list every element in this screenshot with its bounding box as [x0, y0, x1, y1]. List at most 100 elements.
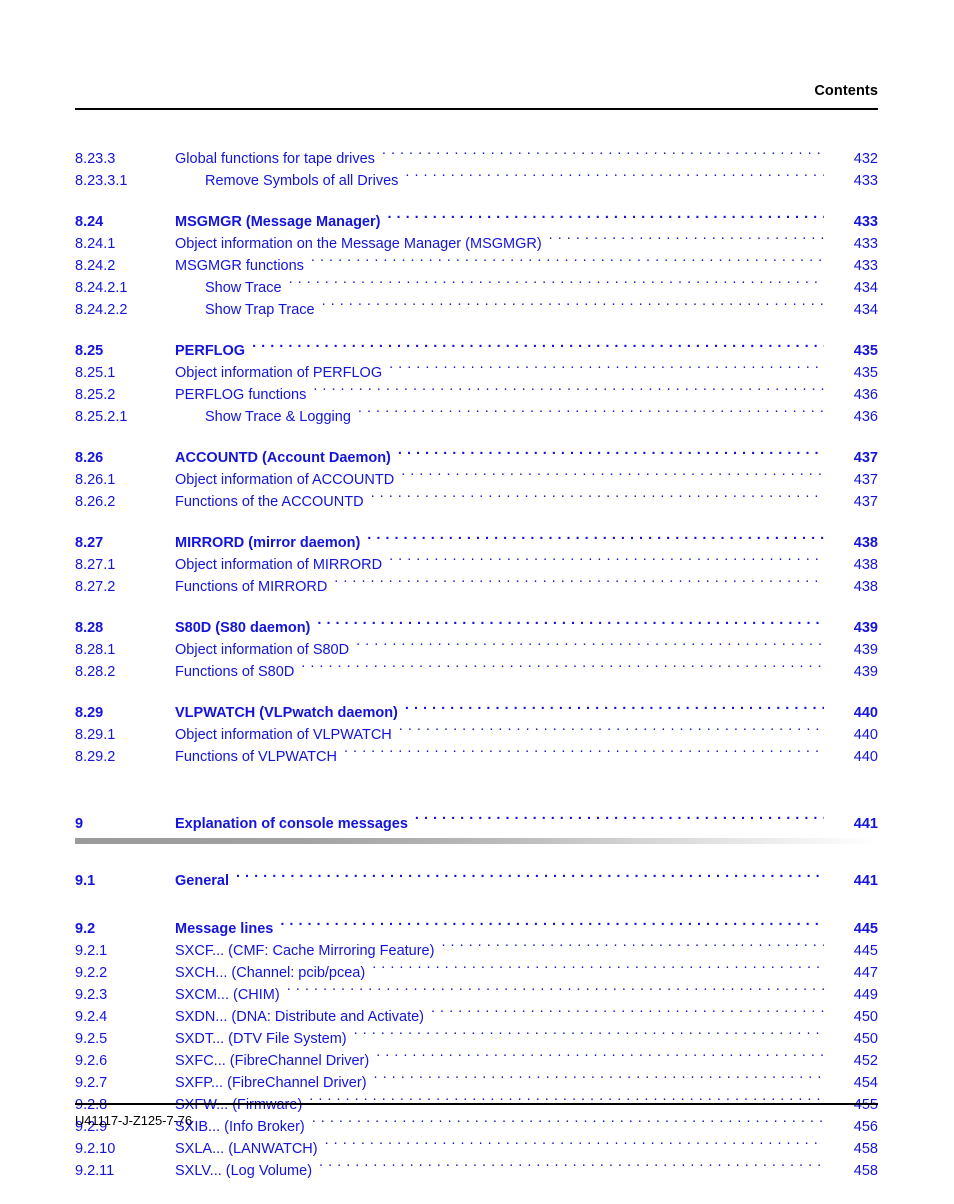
toc-entry-number: 8.26 [75, 449, 104, 466]
toc-entry[interactable]: 8.25.1 Object information of PERFLOG 435 [75, 362, 878, 384]
toc-entry-number: 9.2.5 [75, 1030, 108, 1047]
toc-entry[interactable]: 8.23.3.1 Remove Symbols of all Drives 433 [75, 170, 878, 192]
toc-dot-leader [252, 340, 824, 355]
toc-entry[interactable]: 8.29.1 Object information of VLPWATCH 440 [75, 724, 878, 746]
table-of-contents: 8.23.3 Global functions for tape drives 43… [75, 148, 878, 1182]
toc-entry-number: 8.24 [75, 213, 104, 230]
toc-entry[interactable]: 8.24 MSGMGR (Message Manager) 433 [75, 211, 878, 233]
toc-dot-leader [431, 1006, 824, 1021]
toc-entry[interactable]: 9.2.7 SXFP... (FibreChannel Driver) 454 [75, 1072, 878, 1094]
toc-entry-page-number: 440 [853, 704, 878, 721]
toc-entry-number: 8.25.2.1 [75, 408, 128, 425]
toc-entry-number: 8.25 [75, 342, 104, 359]
toc-entry[interactable]: 9.2.4 SXDN... (DNA: Distribute and Activa… [75, 1006, 878, 1028]
page-title: Contents [814, 83, 878, 99]
toc-entry[interactable]: 8.25 PERFLOG 435 [75, 340, 878, 362]
toc-entry-page-number: 434 [853, 279, 878, 296]
toc-dot-leader [415, 813, 824, 828]
toc-entry[interactable]: 9 Explanation of console messages 441 [75, 813, 878, 835]
toc-entry[interactable]: 8.27 MIRRORD (mirror daemon) 438 [75, 532, 878, 554]
toc-entry[interactable]: 9.2.5 SXDT... (DTV File System) 450 [75, 1028, 878, 1050]
toc-entry-title: MSGMGR (Message Manager) [175, 213, 381, 230]
toc-dot-leader [549, 233, 824, 248]
toc-dot-leader [367, 532, 824, 547]
toc-entry[interactable]: 8.24.2.2 Show Trap Trace 434 [75, 299, 878, 321]
toc-dot-leader [236, 870, 824, 885]
toc-entry-page-number: 433 [853, 235, 878, 252]
toc-entry-number: 8.27.2 [75, 578, 116, 595]
toc-entry-page-number: 458 [853, 1140, 878, 1157]
toc-entry-number: 8.25.1 [75, 364, 116, 381]
toc-dot-leader [325, 1138, 824, 1153]
toc-dot-leader [401, 469, 824, 484]
toc-page: Contents 8.23.3 Global functions for tape… [0, 0, 954, 1204]
toc-entry[interactable]: 9.2.3 SXCM... (CHIM) 449 [75, 984, 878, 1006]
toc-entry-number: 9.2.11 [75, 1162, 115, 1179]
toc-entry[interactable]: 8.29.2 Functions of VLPWATCH 440 [75, 746, 878, 768]
toc-entry-page-number: 455 [824, 1095, 878, 1117]
toc-entry-page-number: 441 [853, 815, 878, 832]
toc-entry-page-number: 432 [853, 150, 878, 167]
toc-entry-title: SXFC... (FibreChannel Driver) [175, 1052, 370, 1069]
toc-entry-number: 8.25.2 [75, 386, 116, 403]
toc-entry-page-number: 438 [853, 534, 878, 551]
toc-entry-title: PERFLOG functions [175, 386, 307, 403]
toc-entry-number: 8.28 [75, 619, 104, 636]
toc-entry[interactable]: 9.2.9SXIB... (Info Broker)456 [75, 1116, 878, 1138]
toc-entry[interactable]: 9.2.11 SXLV... (Log Volume) 458 [75, 1160, 878, 1182]
toc-dot-leader [371, 491, 824, 506]
toc-entry-page-number: 447 [853, 964, 878, 981]
toc-dot-leader [309, 1094, 824, 1109]
toc-entry[interactable]: 8.26 ACCOUNTD (Account Daemon) 437 [75, 447, 878, 469]
toc-entry-number: 8.28.2 [75, 663, 116, 680]
toc-entry[interactable]: 8.23.3 Global functions for tape drives 43… [75, 148, 878, 170]
toc-dot-leader [301, 661, 824, 676]
toc-entry-number: 8.24.2.2 [75, 301, 128, 318]
toc-entry[interactable]: 9.2.10 SXLA... (LANWATCH) 458 [75, 1138, 878, 1160]
chapter-accent-bar [75, 838, 878, 844]
toc-entry-number: 8.23.3.1 [75, 172, 128, 189]
toc-dot-leader [358, 406, 824, 421]
footer-divider [75, 1103, 878, 1105]
footer-document-id: U41117-J-Z125-7-76 [75, 1113, 192, 1128]
toc-entry[interactable]: 8.24.2 MSGMGR functions 433 [75, 255, 878, 277]
toc-entry[interactable]: 8.28.1 Object information of S80D 439 [75, 639, 878, 661]
toc-entry[interactable]: 8.25.2.1 Show Trace & Logging 436 [75, 406, 878, 428]
toc-entry-page-number: 434 [853, 301, 878, 318]
toc-entry-page-number: 438 [853, 578, 878, 595]
toc-entry-page-number: 440 [853, 748, 878, 765]
running-header: Contents [75, 82, 878, 100]
toc-entry-page-number: 438 [853, 556, 878, 573]
toc-entry[interactable]: 8.27.1 Object information of MIRRORD 438 [75, 554, 878, 576]
toc-entry[interactable]: 8.27.2 Functions of MIRRORD 438 [75, 576, 878, 598]
toc-dot-leader [334, 576, 824, 591]
toc-entry[interactable]: 9.2 Message lines 445 [75, 918, 878, 940]
toc-entry[interactable]: 8.24.1 Object information on the Message … [75, 233, 878, 255]
toc-entry-number: 8.27 [75, 534, 104, 551]
toc-entry[interactable]: 8.24.2.1 Show Trace 434 [75, 277, 878, 299]
toc-entry[interactable]: 8.25.2 PERFLOG functions 436 [75, 384, 878, 406]
toc-entry-page-number: 437 [853, 471, 878, 488]
toc-entry[interactable]: 9.2.8SXFW... (Firmware)455 [75, 1094, 878, 1116]
toc-entry-title: MSGMGR functions [175, 257, 304, 274]
toc-entry-title: Show Trap Trace [205, 301, 315, 318]
toc-dot-leader [319, 1160, 824, 1175]
toc-entry-page-number: 445 [853, 920, 878, 937]
toc-entry[interactable]: 9.2.2 SXCH... (Channel: pcib/pcea) 447 [75, 962, 878, 984]
toc-entry-number: 9.2.3 [75, 986, 108, 1003]
toc-entry-page-number: 433 [853, 213, 878, 230]
toc-entry[interactable]: 9.1 General 441 [75, 870, 878, 892]
toc-entry[interactable]: 8.28 S80D (S80 daemon) 439 [75, 617, 878, 639]
toc-entry-number: 9.2 [75, 920, 96, 937]
toc-entry-page-number: 439 [853, 619, 878, 636]
toc-dot-leader [344, 746, 824, 761]
toc-entry[interactable]: 8.28.2 Functions of S80D 439 [75, 661, 878, 683]
toc-entry[interactable]: 9.2.1 SXCF... (CMF: Cache Mirroring Featu… [75, 940, 878, 962]
toc-entry[interactable]: 8.26.2 Functions of the ACCOUNTD 437 [75, 491, 878, 513]
toc-entry-page-number: 439 [853, 641, 878, 658]
toc-entry[interactable]: 9.2.6 SXFC... (FibreChannel Driver) 452 [75, 1050, 878, 1072]
toc-entry[interactable]: 8.29 VLPWATCH (VLPwatch daemon) 440 [75, 702, 878, 724]
toc-entry[interactable]: 8.26.1 Object information of ACCOUNTD 437 [75, 469, 878, 491]
toc-entry-page-number: 436 [853, 408, 878, 425]
toc-dot-leader [405, 702, 824, 717]
